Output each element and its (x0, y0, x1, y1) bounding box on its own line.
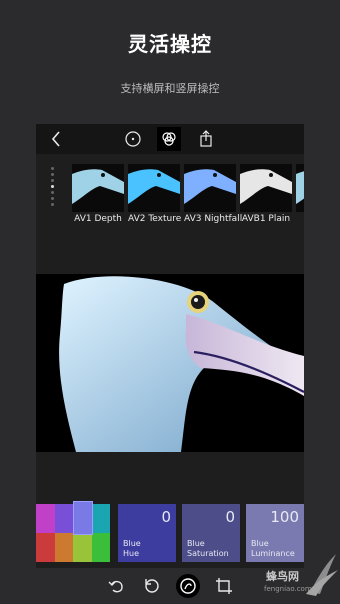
tile-label-color: Blue (123, 539, 141, 548)
blue-hue-tile[interactable]: 0 Blue Hue (118, 504, 176, 562)
top-toolbar (36, 124, 304, 154)
blue-saturation-tile[interactable]: 0 Blue Saturation (182, 504, 240, 562)
filter-strip: AV1 Depth AV2 Texture AV3 Nightfall AVB1… (36, 160, 304, 230)
filter-label: AV3 Nightfall (184, 214, 243, 224)
tile-value: 100 (270, 508, 299, 526)
filter-thumbnail (72, 164, 124, 212)
filter-av3-nightfall[interactable]: AV3 Nightfall (184, 164, 243, 224)
tile-label-color: Blue (187, 539, 205, 548)
swatch[interactable] (36, 533, 55, 562)
tile-label-property: Hue (123, 549, 140, 558)
tile-value: 0 (161, 508, 171, 526)
crop-button[interactable] (212, 574, 236, 598)
fengniao-watermark: 蜂鸟网 fengniao.com (262, 548, 340, 604)
filter-thumbnail (240, 164, 292, 212)
share-icon (200, 130, 212, 147)
watermark-url: fengniao.com (264, 585, 312, 593)
page-subheadline: 支持横屏和竖屏操控 (120, 82, 220, 95)
swatch[interactable] (91, 504, 110, 533)
filter-label: A (296, 214, 304, 224)
pelican-image (36, 274, 304, 452)
filter-circles-icon (162, 132, 176, 146)
reset-icon (145, 579, 159, 593)
tile-value: 0 (225, 508, 235, 526)
crop-icon (216, 578, 232, 594)
swatch[interactable] (54, 533, 73, 562)
filter-avb1-plain[interactable]: AVB1 Plain (240, 164, 292, 224)
swatch[interactable] (36, 504, 55, 533)
reset-button[interactable] (140, 574, 164, 598)
app-screen: AV1 Depth AV2 Texture AV3 Nightfall AVB1… (36, 124, 304, 604)
share-button[interactable] (194, 127, 218, 151)
filter-label: AV1 Depth (74, 214, 122, 224)
undo-button[interactable] (104, 574, 128, 598)
filter-label: AV2 Texture (128, 214, 182, 224)
info-button[interactable] (121, 127, 145, 151)
filters-toggle-button[interactable] (176, 574, 200, 598)
filter-av2-texture[interactable]: AV2 Texture (128, 164, 182, 224)
back-button[interactable] (44, 127, 68, 151)
info-icon (125, 131, 141, 147)
photo-preview[interactable] (36, 274, 304, 452)
filter-partial[interactable]: A (296, 164, 304, 224)
undo-icon (108, 580, 123, 593)
filter-av1-depth[interactable]: AV1 Depth (72, 164, 124, 224)
watermark-brand: 蜂鸟网 (266, 570, 299, 583)
swatch[interactable] (91, 533, 110, 562)
swatch[interactable] (54, 504, 73, 533)
page-headline: 灵活操控 (128, 32, 212, 56)
filters-button[interactable] (157, 127, 181, 151)
selected-swatch[interactable] (73, 501, 93, 535)
tile-label-property: Saturation (187, 549, 229, 558)
filter-thumbnail (184, 164, 236, 212)
filter-label: AVB1 Plain (241, 214, 291, 224)
filters-icon (180, 578, 196, 594)
back-icon (51, 131, 60, 147)
filter-thumbnail (296, 164, 304, 212)
filter-thumbnail (128, 164, 180, 212)
page-indicator (51, 167, 55, 215)
swatch[interactable] (73, 533, 92, 562)
